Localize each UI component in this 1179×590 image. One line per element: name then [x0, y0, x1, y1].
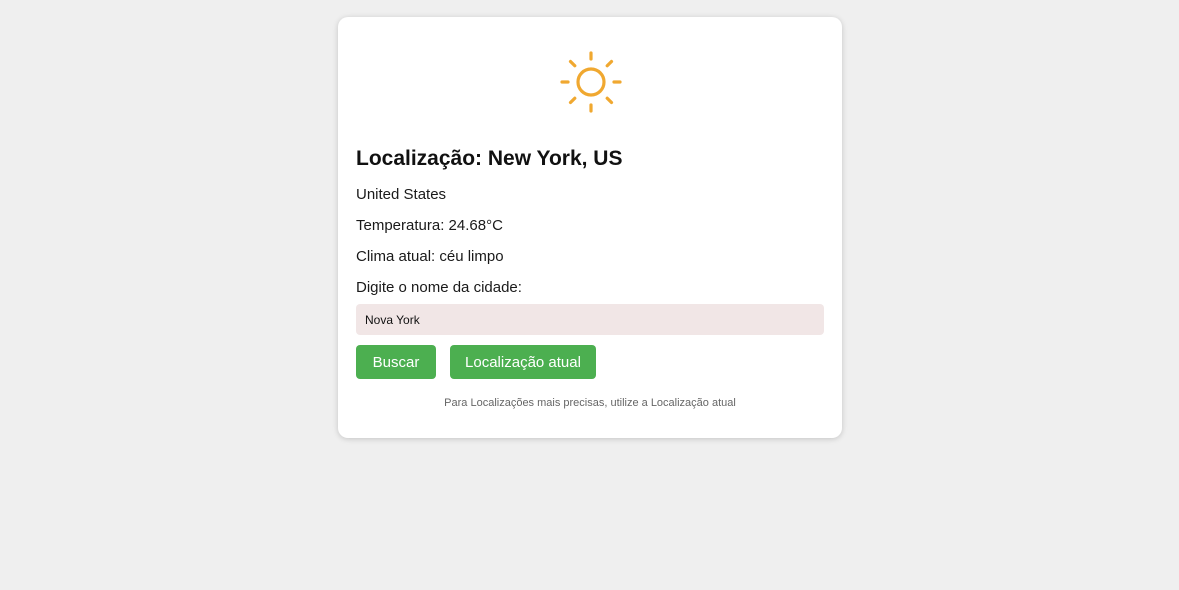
climate-text: Clima atual: céu limpo: [356, 248, 504, 265]
location-hint-text: Para Localizações mais precisas, utilize…: [444, 397, 736, 409]
sun-icon: [559, 50, 623, 114]
city-search-input[interactable]: [356, 304, 824, 335]
climate-label: Clima atual:: [356, 248, 436, 265]
weather-card: Localização: New York, US United States …: [338, 17, 842, 438]
temperature-label: Temperatura:: [356, 217, 445, 234]
temperature-value: 24.68°C: [448, 217, 503, 234]
climate-value: céu limpo: [439, 248, 504, 265]
temperature-text: Temperatura: 24.68°C: [356, 217, 503, 234]
country-text: United States: [356, 186, 447, 203]
location-title: Localização: New York, US: [356, 147, 623, 170]
city-prompt-label: Digite o nome da cidade:: [356, 279, 522, 296]
search-button[interactable]: Buscar: [356, 345, 436, 379]
current-location-button[interactable]: Localização atual: [450, 345, 596, 379]
